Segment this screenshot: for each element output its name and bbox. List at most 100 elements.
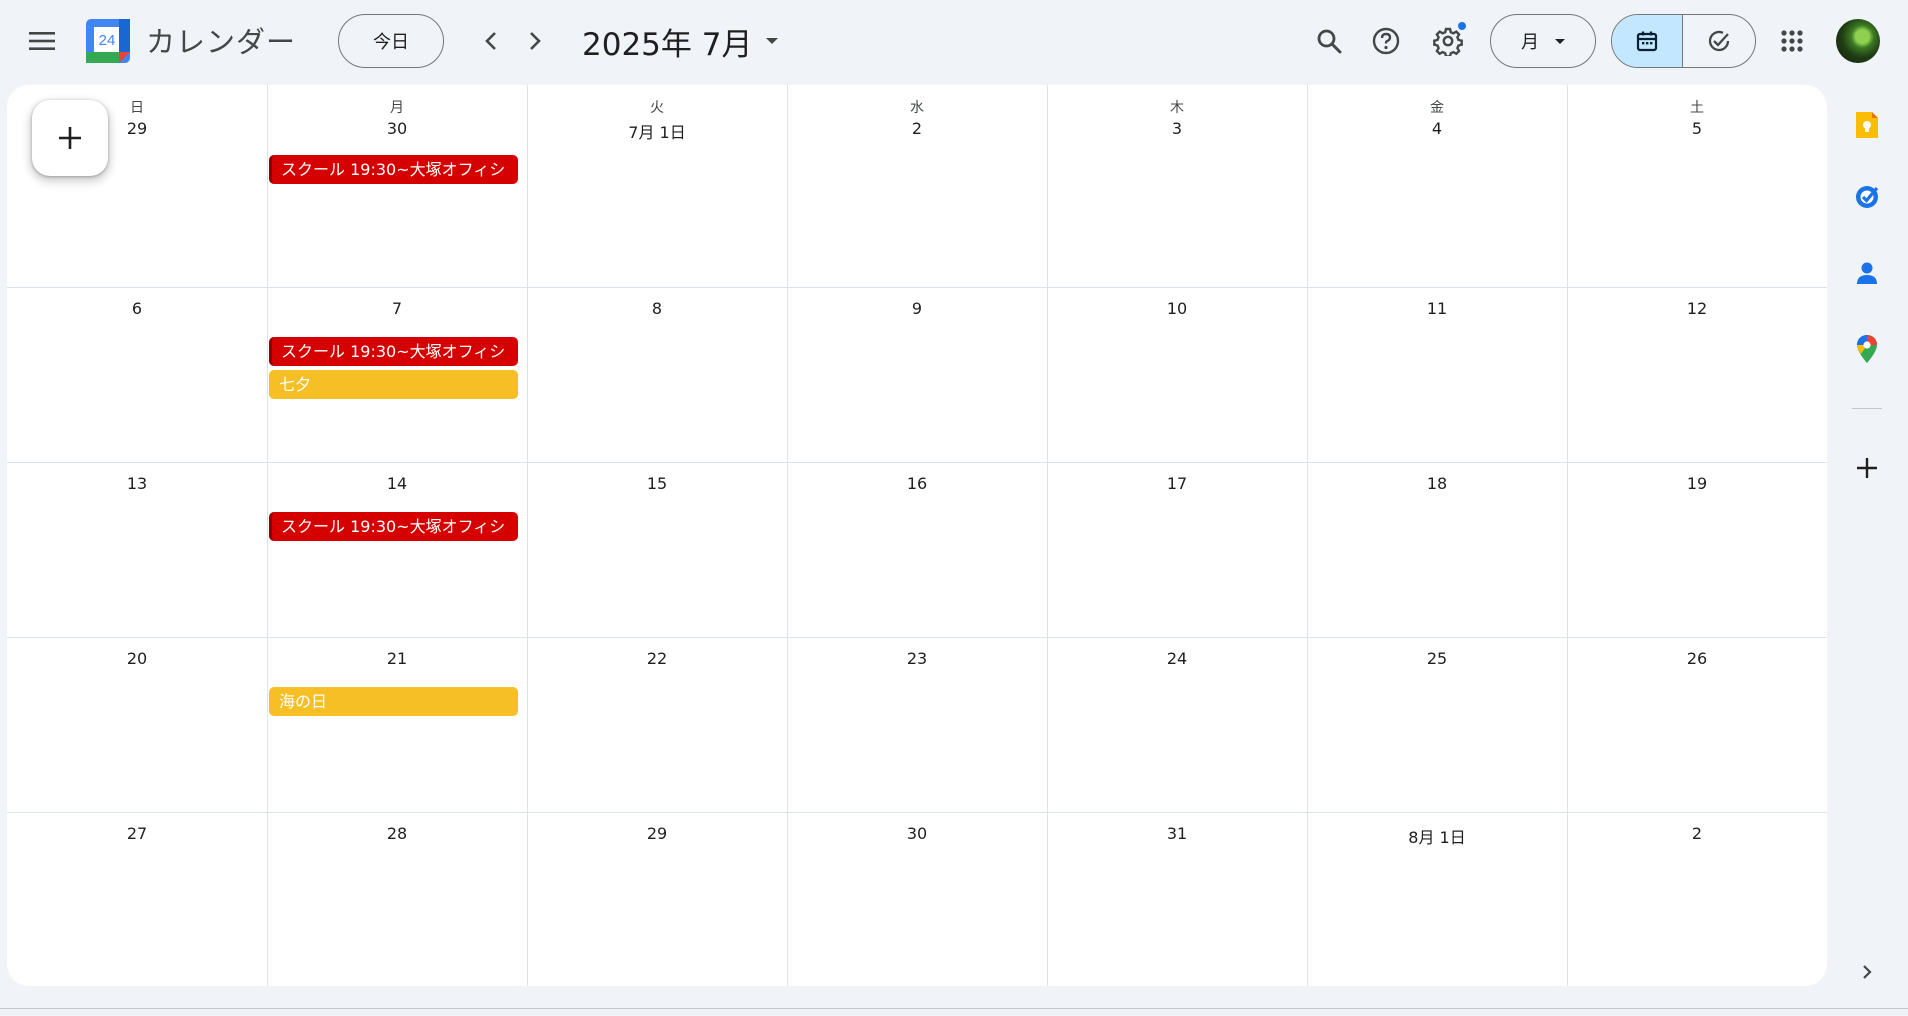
day-number[interactable]: 5 bbox=[1567, 119, 1827, 138]
day-number[interactable]: 18 bbox=[1307, 474, 1567, 493]
day-number[interactable]: 31 bbox=[1047, 824, 1307, 843]
day-number[interactable]: 24 bbox=[1047, 649, 1307, 668]
calendar-event[interactable]: 海の日 bbox=[269, 687, 518, 716]
day-cell[interactable]: 24 bbox=[1047, 637, 1307, 812]
calendar-event[interactable]: スクール 19:30~大塚オフィシ bbox=[269, 155, 518, 184]
tasks-view-toggle[interactable] bbox=[1683, 15, 1755, 67]
tasks-button[interactable] bbox=[1845, 175, 1889, 219]
day-number[interactable]: 7 bbox=[267, 299, 527, 318]
day-cell[interactable]: 7 スクール 19:30~大塚オフィシ 七夕 bbox=[267, 287, 527, 462]
day-number[interactable]: 20 bbox=[7, 649, 267, 668]
day-number[interactable]: 3 bbox=[1047, 119, 1307, 138]
day-cell[interactable]: 26 bbox=[1567, 637, 1827, 812]
day-number[interactable]: 2 bbox=[1567, 824, 1827, 843]
day-number[interactable]: 8 bbox=[527, 299, 787, 318]
weekday-header: 木 bbox=[1170, 100, 1184, 116]
day-cell[interactable]: 30 bbox=[787, 812, 1047, 986]
day-number[interactable]: 13 bbox=[7, 474, 267, 493]
day-cell[interactable]: 23 bbox=[787, 637, 1047, 812]
day-cell[interactable]: 27 bbox=[7, 812, 267, 986]
current-date-picker[interactable]: 2025年 7月 bbox=[582, 16, 779, 66]
day-cell[interactable]: 18 bbox=[1307, 462, 1567, 637]
day-number[interactable]: 7月 1日 bbox=[527, 119, 787, 143]
day-number[interactable]: 27 bbox=[7, 824, 267, 843]
keep-button[interactable] bbox=[1845, 103, 1889, 147]
previous-month-button[interactable] bbox=[468, 18, 514, 64]
day-cell[interactable]: 9 bbox=[787, 287, 1047, 462]
day-cell[interactable]: 金4 bbox=[1307, 85, 1567, 287]
day-cell[interactable]: 12 bbox=[1567, 287, 1827, 462]
day-cell[interactable]: 火 7月 1日 bbox=[527, 85, 787, 287]
day-cell[interactable]: 水2 bbox=[787, 85, 1047, 287]
calendar-logo[interactable]: 24 bbox=[86, 19, 130, 63]
day-cell[interactable]: 13 bbox=[7, 462, 267, 637]
day-number[interactable]: 10 bbox=[1047, 299, 1307, 318]
calendar-event[interactable]: スクール 19:30~大塚オフィシ bbox=[269, 512, 518, 541]
day-cell[interactable]: 31 bbox=[1047, 812, 1307, 986]
month-grid: 日 29 月 30 スクール 19:30~大塚オフィシ火 7月 1日水 2 木 3 金 4 土 5 6 7 ス… bbox=[7, 85, 1827, 986]
main-menu-button[interactable] bbox=[18, 17, 66, 65]
day-number[interactable]: 16 bbox=[787, 474, 1047, 493]
add-addon-button[interactable] bbox=[1845, 446, 1889, 490]
day-number[interactable]: 4 bbox=[1307, 119, 1567, 138]
day-cell[interactable]: 14 スクール 19:30~大塚オフィシ bbox=[267, 462, 527, 637]
current-date-title: 2025年 7月 bbox=[582, 26, 753, 63]
calendar-event[interactable]: スクール 19:30~大塚オフィシ bbox=[269, 337, 518, 366]
day-number[interactable]: 30 bbox=[787, 824, 1047, 843]
day-number[interactable]: 15 bbox=[527, 474, 787, 493]
day-cell[interactable]: 29 bbox=[527, 812, 787, 986]
app-title: カレンダー bbox=[146, 25, 297, 59]
view-select[interactable]: 月 bbox=[1490, 14, 1596, 68]
expand-side-panel-button[interactable] bbox=[1845, 950, 1889, 994]
day-cell[interactable]: 21 海の日 bbox=[267, 637, 527, 812]
google-apps-button[interactable] bbox=[1768, 17, 1816, 65]
search-button[interactable] bbox=[1305, 17, 1353, 65]
day-cell[interactable]: 25 bbox=[1307, 637, 1567, 812]
day-number[interactable]: 28 bbox=[267, 824, 527, 843]
day-number[interactable]: 8月 1日 bbox=[1307, 824, 1567, 848]
day-number[interactable]: 14 bbox=[267, 474, 527, 493]
day-cell[interactable]: 土5 bbox=[1567, 85, 1827, 287]
day-cell[interactable]: 28 bbox=[267, 812, 527, 986]
contacts-button[interactable] bbox=[1845, 251, 1889, 295]
day-number[interactable]: 9 bbox=[787, 299, 1047, 318]
day-number[interactable]: 29 bbox=[527, 824, 787, 843]
account-avatar[interactable] bbox=[1836, 19, 1880, 63]
day-number[interactable]: 17 bbox=[1047, 474, 1307, 493]
day-cell[interactable]: 月 30 スクール 19:30~大塚オフィシ bbox=[267, 85, 527, 287]
day-number[interactable]: 30 bbox=[267, 119, 527, 138]
day-cell[interactable]: 17 bbox=[1047, 462, 1307, 637]
day-number[interactable]: 6 bbox=[7, 299, 267, 318]
day-number[interactable]: 21 bbox=[267, 649, 527, 668]
create-button[interactable] bbox=[32, 100, 108, 176]
day-cell[interactable]: 22 bbox=[527, 637, 787, 812]
maps-button[interactable] bbox=[1845, 327, 1889, 371]
day-number[interactable]: 2 bbox=[787, 119, 1047, 138]
settings-button[interactable] bbox=[1424, 17, 1472, 65]
calendar-event[interactable]: 七夕 bbox=[269, 370, 518, 399]
day-cell[interactable]: 8 bbox=[527, 287, 787, 462]
day-number[interactable]: 26 bbox=[1567, 649, 1827, 668]
day-cell[interactable]: 2 bbox=[1567, 812, 1827, 986]
day-cell[interactable]: 6 bbox=[7, 287, 267, 462]
day-number[interactable]: 11 bbox=[1307, 299, 1567, 318]
calendar-icon bbox=[1636, 31, 1658, 52]
next-month-button[interactable] bbox=[512, 18, 558, 64]
calendar-view-toggle[interactable] bbox=[1612, 15, 1684, 67]
day-number[interactable]: 19 bbox=[1567, 474, 1827, 493]
day-cell[interactable]: 10 bbox=[1047, 287, 1307, 462]
day-cell[interactable]: 木3 bbox=[1047, 85, 1307, 287]
day-cell[interactable]: 20 bbox=[7, 637, 267, 812]
help-button[interactable] bbox=[1362, 17, 1410, 65]
day-cell[interactable]: 16 bbox=[787, 462, 1047, 637]
day-number[interactable]: 25 bbox=[1307, 649, 1567, 668]
day-number[interactable]: 22 bbox=[527, 649, 787, 668]
day-cell[interactable]: 19 bbox=[1567, 462, 1827, 637]
day-number[interactable]: 23 bbox=[787, 649, 1047, 668]
day-cell[interactable]: 15 bbox=[527, 462, 787, 637]
day-cell[interactable]: 11 bbox=[1307, 287, 1567, 462]
today-button[interactable]: 今日 bbox=[338, 14, 444, 68]
day-cell[interactable]: 8月 1日 bbox=[1307, 812, 1567, 986]
apps-grid-icon bbox=[1781, 30, 1803, 52]
day-number[interactable]: 12 bbox=[1567, 299, 1827, 318]
